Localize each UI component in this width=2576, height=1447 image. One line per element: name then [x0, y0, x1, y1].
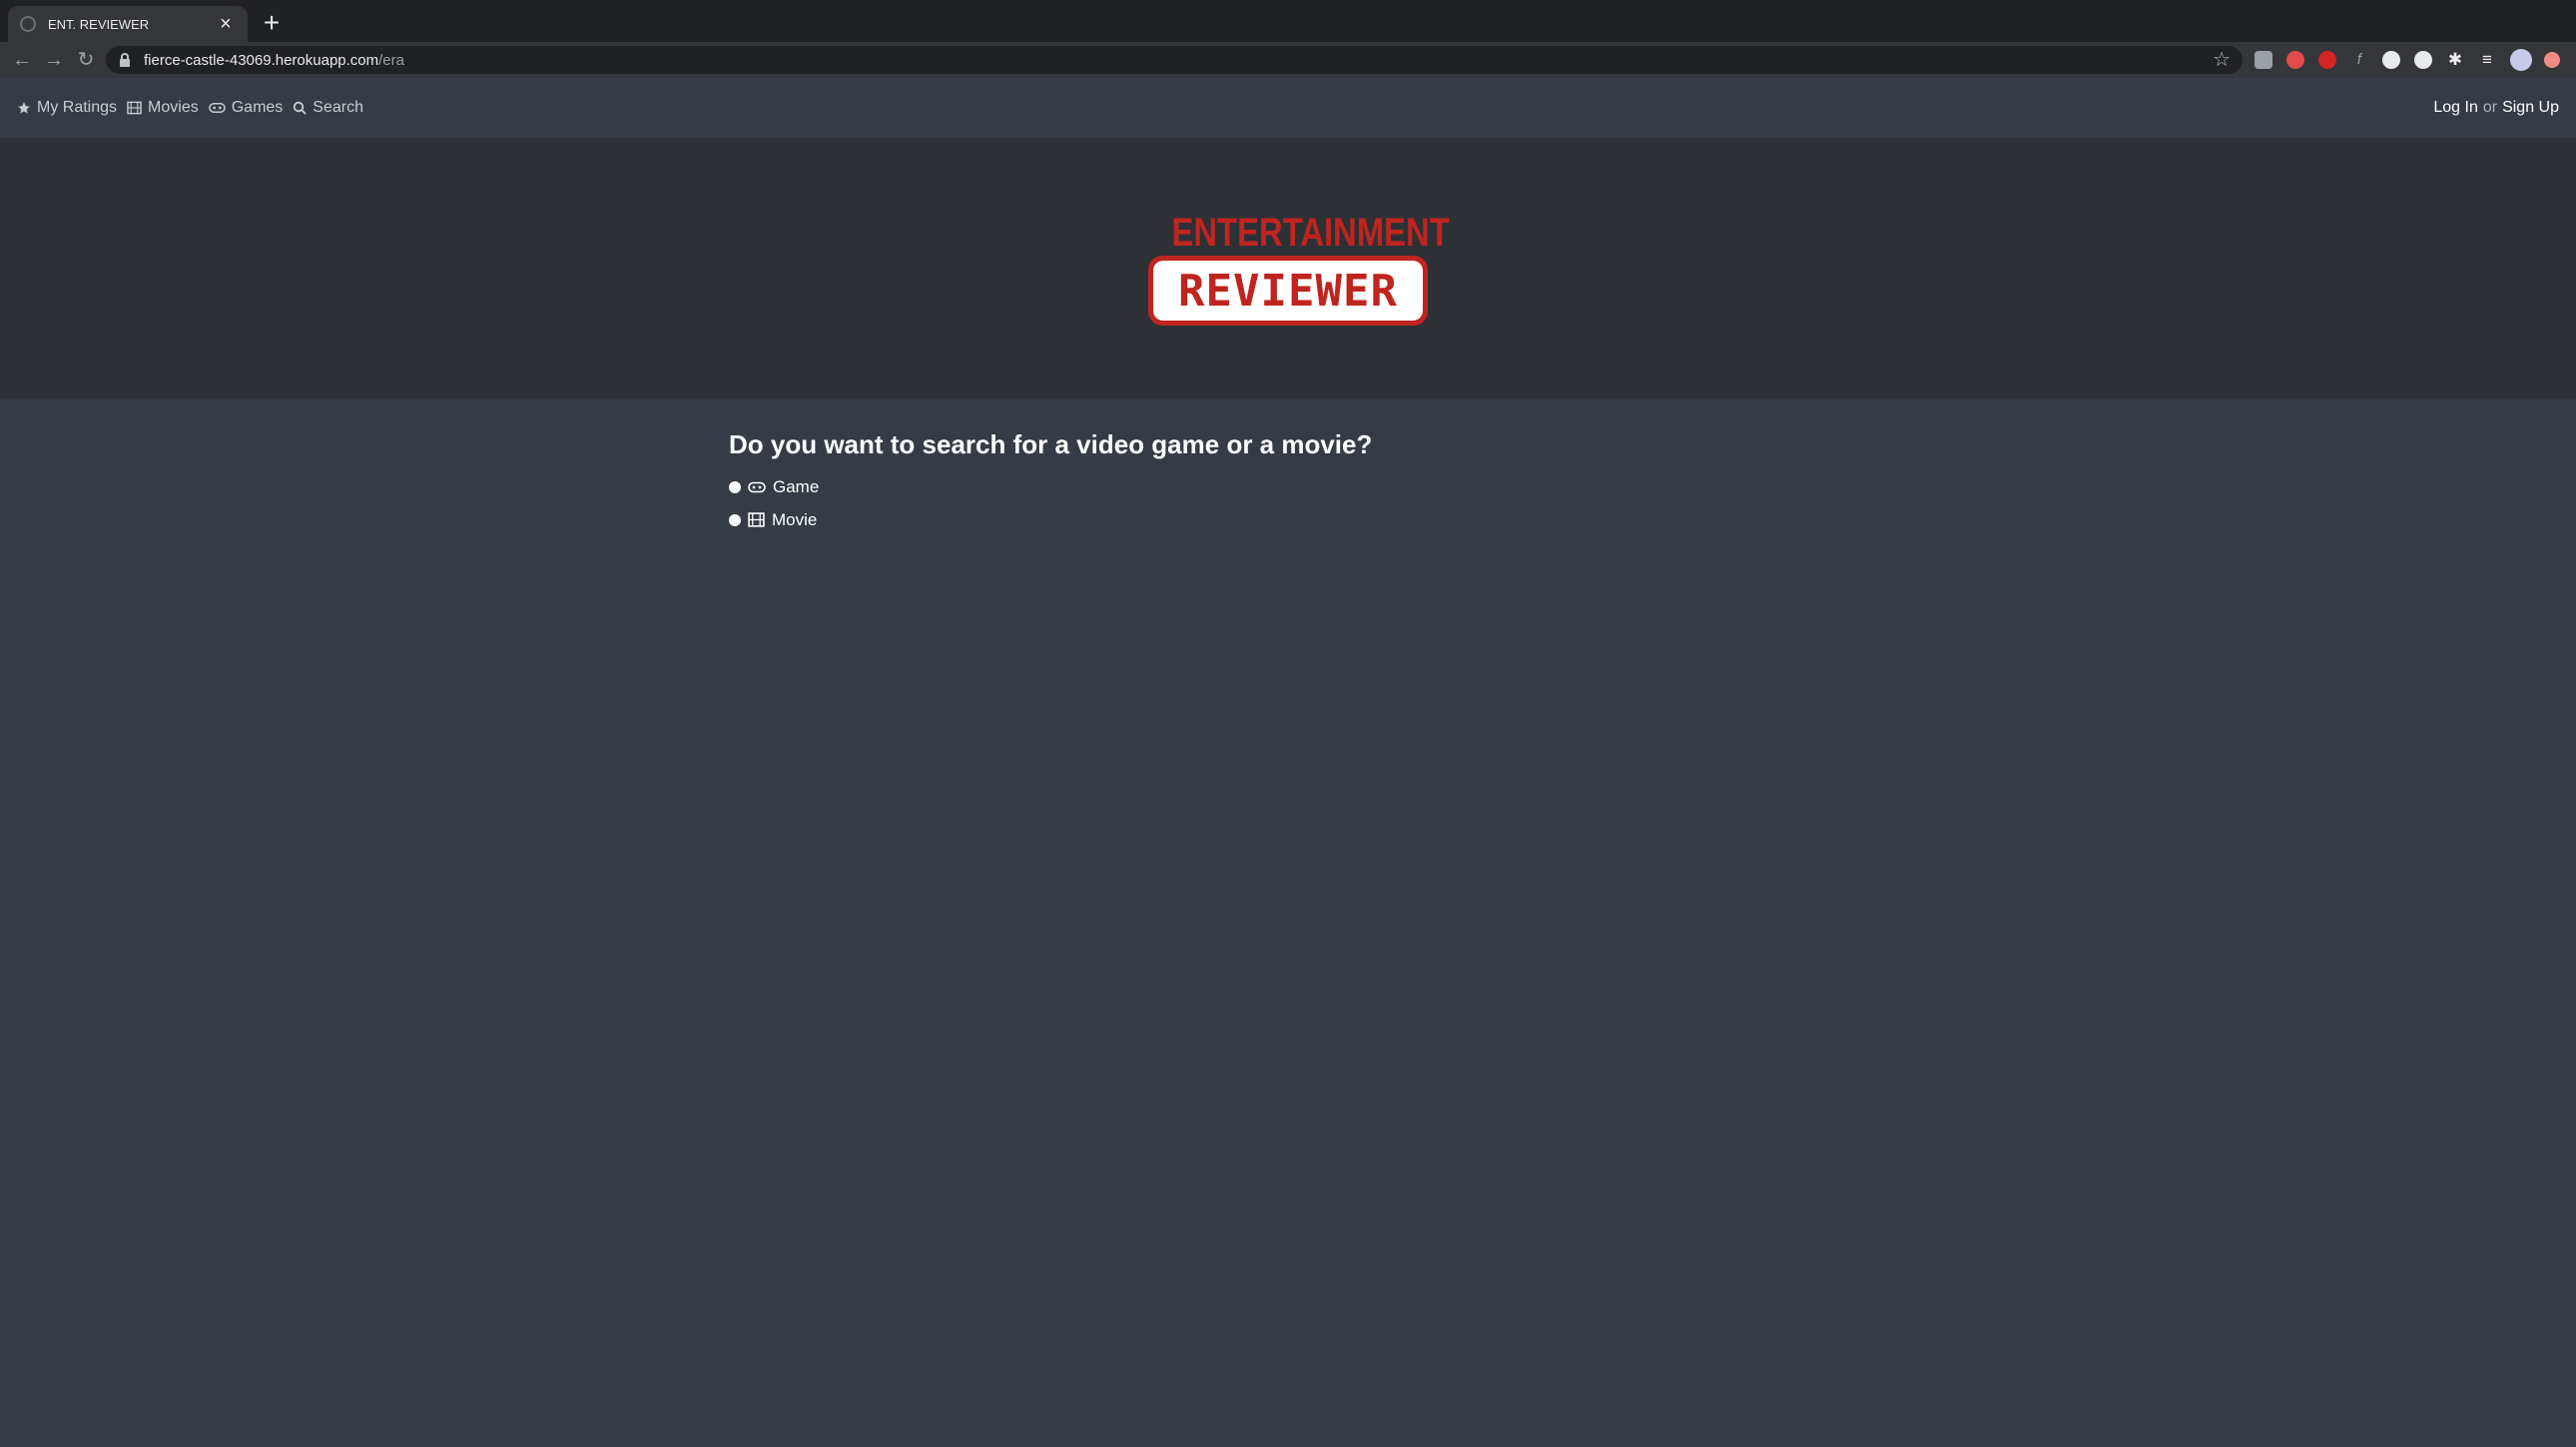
auth-separator: or — [2482, 99, 2498, 116]
logo-badge: REVIEWER — [1148, 256, 1428, 326]
browser-tab[interactable]: ENT. REVIEWER × — [8, 6, 248, 42]
login-link[interactable]: Log In — [2433, 99, 2477, 117]
logo-top-text: ENTERTAINMENT — [1171, 211, 1450, 255]
auth-links: Log In or Sign Up — [2433, 78, 2559, 138]
gamepad-icon — [748, 481, 766, 493]
back-arrow-icon[interactable]: ← — [8, 46, 36, 74]
site-navbar: My Ratings Movies Games Search Log In or… — [0, 78, 2576, 138]
movie-radio[interactable] — [729, 513, 741, 526]
reload-icon[interactable]: ↻ — [72, 46, 100, 74]
update-icon[interactable] — [2544, 52, 2560, 68]
search-question: Do you want to search for a video game o… — [729, 429, 1373, 459]
signup-link[interactable]: Sign Up — [2502, 99, 2559, 117]
nav-games[interactable]: Games — [208, 99, 284, 117]
nav-label: My Ratings — [37, 99, 118, 116]
nav-my-ratings[interactable]: My Ratings — [17, 99, 117, 117]
nav-movies[interactable]: Movies — [127, 99, 199, 117]
url-host: fierce-castle-43069.herokuapp.com — [144, 51, 379, 69]
lock-icon — [120, 53, 130, 67]
film-icon — [748, 512, 765, 527]
film-icon — [127, 101, 142, 115]
extension-icon[interactable] — [2286, 51, 2304, 69]
option-game[interactable]: Game — [729, 470, 1927, 503]
search-icon — [293, 101, 307, 115]
close-icon[interactable]: × — [216, 14, 236, 34]
nav-label: Movies — [148, 99, 199, 116]
new-tab-button[interactable]: + — [258, 9, 286, 38]
nav-label: Games — [231, 99, 284, 116]
extension-icon[interactable] — [2254, 51, 2272, 69]
extension-icon[interactable] — [2382, 51, 2400, 69]
github-icon[interactable] — [2414, 51, 2432, 69]
globe-icon — [20, 16, 36, 32]
hero-banner: ENTERTAINMENT REVIEWER — [0, 138, 2576, 399]
puzzle-icon[interactable]: ✱ — [2446, 51, 2464, 69]
nav-label: Search — [313, 99, 363, 116]
star-icon — [17, 101, 31, 115]
forward-arrow-icon[interactable]: → — [40, 46, 68, 74]
bookmark-star-icon[interactable]: ☆ — [2213, 48, 2231, 72]
gamepad-icon — [208, 102, 226, 114]
profile-avatar-icon[interactable] — [2510, 49, 2532, 71]
logo-bottom-text: REVIEWER — [1178, 265, 1398, 317]
search-choice-section: Do you want to search for a video game o… — [729, 429, 1927, 536]
url-path: /era — [378, 51, 404, 69]
option-movie[interactable]: Movie — [729, 503, 1927, 536]
site-logo[interactable]: ENTERTAINMENT REVIEWER — [1146, 210, 1450, 328]
extension-icon[interactable] — [2318, 51, 2336, 69]
game-radio[interactable] — [729, 480, 741, 493]
browser-tabbar: ENT. REVIEWER × + — [0, 0, 2576, 42]
tab-title: ENT. REVIEWER — [48, 16, 150, 32]
address-bar[interactable]: fierce-castle-43069.herokuapp.com/era ☆ — [106, 46, 2243, 74]
browser-toolbar: ← → ↻ fierce-castle-43069.herokuapp.com /… — [0, 42, 2576, 78]
option-label: Movie — [772, 509, 818, 529]
option-label: Game — [773, 476, 820, 496]
function-extension-icon[interactable]: f — [2350, 51, 2368, 69]
nav-search[interactable]: Search — [293, 99, 363, 117]
reading-list-icon[interactable]: ≡ — [2478, 51, 2496, 69]
